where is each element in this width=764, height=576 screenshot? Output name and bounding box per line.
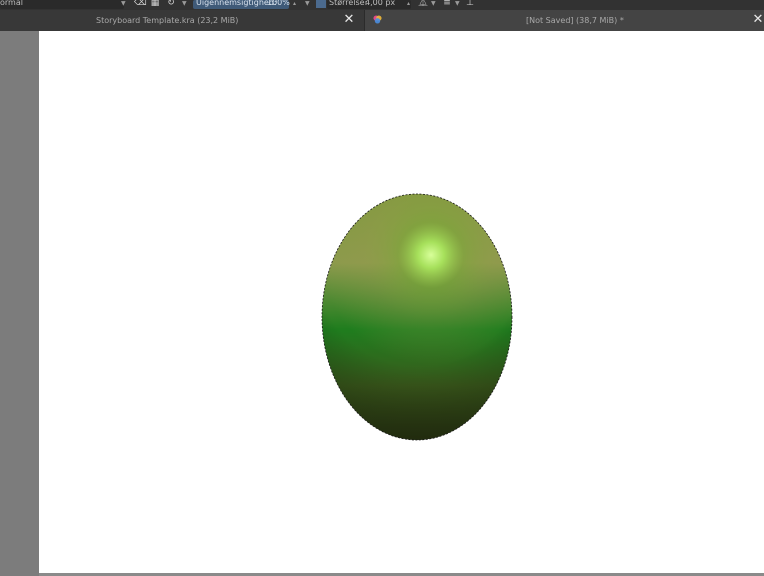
stabilizer-chevron-down-icon[interactable]: ▼ bbox=[455, 0, 461, 9]
tab-title: Storyboard Template.kra (23,2 MiB) bbox=[96, 16, 239, 25]
document-tab-bar: Storyboard Template.kra (23,2 MiB) ✕ [No… bbox=[0, 10, 764, 31]
tab-storyboard-template[interactable]: Storyboard Template.kra (23,2 MiB) ✕ bbox=[0, 10, 365, 31]
blend-mode-chevron-down-icon[interactable]: ▼ bbox=[121, 0, 127, 9]
opacity-label: Uigennemsigtighed: bbox=[196, 0, 277, 7]
canvas-page[interactable] bbox=[39, 31, 764, 573]
size-label: Størrelse: bbox=[329, 0, 368, 7]
opacity-value: 100% bbox=[267, 0, 290, 7]
reload-preset-icon[interactable]: ↻ bbox=[166, 0, 176, 9]
tab-title: [Not Saved] (38,7 MiB) * bbox=[526, 16, 624, 25]
krita-window: ormal ▼ ⌫ ▦ ↻ ▼ Uigennemsigtighed: 100% … bbox=[0, 0, 764, 576]
size-spin-icon[interactable]: ▴ bbox=[407, 0, 413, 9]
close-icon[interactable]: ✕ bbox=[342, 13, 356, 27]
preserve-alpha-icon[interactable]: ▦ bbox=[150, 0, 160, 9]
mirror-chevron-down-icon[interactable]: ▼ bbox=[431, 0, 437, 9]
close-icon[interactable]: ✕ bbox=[751, 13, 764, 27]
size-value: 4,00 px bbox=[365, 0, 396, 7]
blend-mode-value: ormal bbox=[0, 0, 23, 7]
krita-document-icon bbox=[373, 15, 382, 24]
canvas-drawing bbox=[321, 193, 513, 441]
egg-shading bbox=[322, 194, 512, 440]
mirror-horizontal-icon[interactable]: ⏅ bbox=[418, 0, 428, 9]
size-fill-swatch bbox=[316, 0, 326, 8]
opacity-chevron-down-icon[interactable]: ▼ bbox=[305, 0, 311, 9]
eraser-icon[interactable]: ⌫ bbox=[134, 0, 147, 9]
tab-not-saved[interactable]: [Not Saved] (38,7 MiB) * ✕ bbox=[365, 10, 764, 31]
tool-options-bar: ormal ▼ ⌫ ▦ ↻ ▼ Uigennemsigtighed: 100% … bbox=[0, 0, 764, 10]
preset-chevron-down-icon[interactable]: ▼ bbox=[182, 0, 188, 9]
opacity-spin-icon[interactable]: ▴ bbox=[293, 0, 299, 9]
stabilizer-icon[interactable]: ≡ bbox=[442, 0, 452, 9]
wrap-around-icon[interactable]: ⊥ bbox=[465, 0, 475, 9]
